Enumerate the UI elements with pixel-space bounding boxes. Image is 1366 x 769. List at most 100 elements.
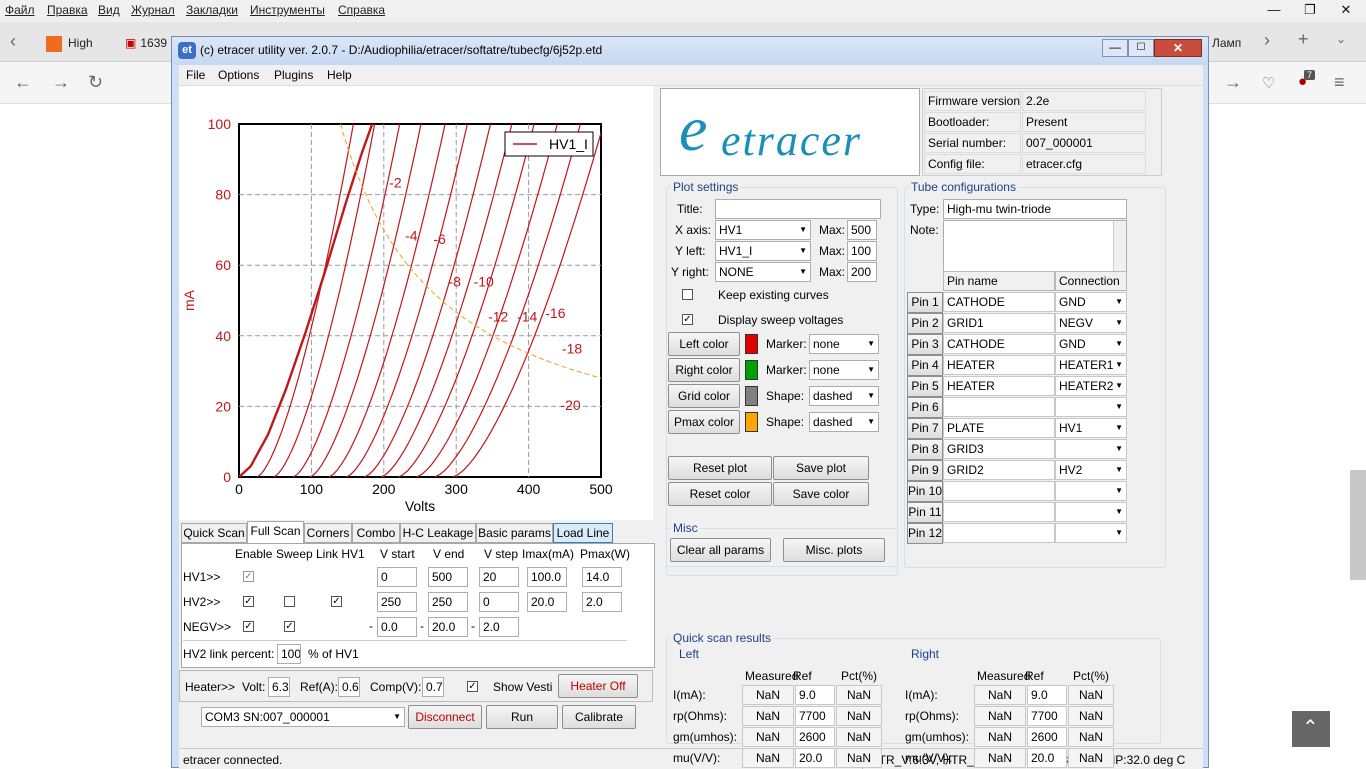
negv-vend-input[interactable]: 20.0 <box>428 617 468 637</box>
pin-name-cell[interactable]: GRID2 <box>943 460 1055 480</box>
hv2-vstep-input[interactable]: 0 <box>479 592 519 612</box>
pin-connection-select[interactable]: HEATER2 ▼ <box>1055 376 1127 396</box>
tube-type-input[interactable]: High-mu twin-triode <box>943 199 1127 219</box>
y-right-select[interactable]: NONE ▼ <box>715 262 811 282</box>
page-scrollbar-thumb[interactable] <box>1350 470 1366 580</box>
hv2-link-percent-input[interactable]: 100 <box>277 644 301 664</box>
color-swatch[interactable] <box>745 412 758 432</box>
tab-combo[interactable]: Combo <box>352 523 400 543</box>
color-button[interactable]: Right color <box>668 358 740 382</box>
tab-basic-params[interactable]: Basic params <box>476 523 553 543</box>
pin-connection-select[interactable]: ▼ <box>1055 439 1127 459</box>
browser-tab[interactable]: Ламп <box>1212 30 1260 56</box>
color-prop-select[interactable]: dashed ▼ <box>809 412 879 432</box>
tab-scroll-left-icon[interactable]: ‹ <box>10 31 16 52</box>
results-ref-input[interactable]: 2600 <box>795 727 835 747</box>
hv2-imax-input[interactable]: 20.0 <box>527 592 567 612</box>
disconnect-button[interactable]: Disconnect <box>408 705 482 729</box>
clear-params-button[interactable]: Clear all params <box>670 538 771 562</box>
hv2-vstart-input[interactable]: 250 <box>377 592 417 612</box>
note-scrollbar[interactable] <box>1113 221 1126 271</box>
menu-help[interactable]: Help <box>327 68 352 82</box>
pin-name-cell[interactable] <box>943 481 1055 501</box>
heater-comp-input[interactable]: 0.7 <box>422 677 444 697</box>
browser-tab[interactable]: ▣ 1639 <box>125 30 173 56</box>
pin-button[interactable]: Pin 1 <box>907 292 943 313</box>
pin-connection-select[interactable]: ▼ <box>1055 397 1127 417</box>
pin-name-cell[interactable]: PLATE <box>943 418 1055 438</box>
hv1-vstep-input[interactable]: 20 <box>479 567 519 587</box>
pin-name-cell[interactable] <box>943 397 1055 417</box>
show-vesti-checkbox[interactable]: ✓ <box>467 681 478 692</box>
pin-button[interactable]: Pin 11 <box>907 502 943 523</box>
forward-icon[interactable]: → <box>52 72 70 93</box>
heater-ref-input[interactable]: 0.6 <box>338 677 360 697</box>
keep-curves-checkbox[interactable] <box>682 289 693 300</box>
color-swatch[interactable] <box>745 334 758 354</box>
pin-button[interactable]: Pin 6 <box>907 397 943 418</box>
tab-full-scan[interactable]: Full Scan <box>247 521 304 543</box>
tab-quick-scan[interactable]: Quick Scan <box>181 523 247 543</box>
scroll-top-button[interactable]: ⌃ <box>1292 711 1330 747</box>
menu-hamburger-icon[interactable]: ≡ <box>1334 72 1345 93</box>
color-swatch[interactable] <box>745 386 758 406</box>
color-prop-select[interactable]: none ▼ <box>809 360 879 380</box>
pin-name-cell[interactable]: HEATER <box>943 376 1055 396</box>
pin-button[interactable]: Pin 12 <box>907 523 943 544</box>
close-icon[interactable]: ✕ <box>1328 0 1364 20</box>
menu-file[interactable]: File <box>186 68 205 82</box>
color-prop-select[interactable]: none ▼ <box>809 334 879 354</box>
pin-connection-select[interactable]: ▼ <box>1055 523 1127 543</box>
window-maximize-icon[interactable]: ☐ <box>1128 39 1154 57</box>
reset-color-button[interactable]: Reset color <box>668 482 772 506</box>
pin-button[interactable]: Pin 2 <box>907 313 943 334</box>
pin-button[interactable]: Pin 5 <box>907 376 943 397</box>
x-axis-select[interactable]: HV1 ▼ <box>715 220 811 240</box>
hv2-enable-checkbox[interactable]: ✓ <box>243 596 254 607</box>
color-button[interactable]: Left color <box>668 332 740 356</box>
tab-list-icon[interactable]: ⌄ <box>1336 32 1346 46</box>
y-right-max-input[interactable]: 200 <box>847 262 877 282</box>
negv-vstep-input[interactable]: 2.0 <box>479 617 519 637</box>
browser-menu-bookmarks[interactable]: Закладки <box>186 3 238 17</box>
hv2-pmax-input[interactable]: 2.0 <box>582 592 622 612</box>
window-minimize-icon[interactable]: — <box>1102 39 1128 57</box>
pin-connection-select[interactable]: HV2 ▼ <box>1055 460 1127 480</box>
pin-name-cell[interactable]: GRID1 <box>943 313 1055 333</box>
tab-corners[interactable]: Corners <box>304 523 352 543</box>
back-icon[interactable]: ← <box>14 72 32 93</box>
plot-title-input[interactable] <box>715 199 881 219</box>
x-max-input[interactable]: 500 <box>847 220 877 240</box>
browser-tab[interactable]: High <box>46 30 126 56</box>
pin-name-cell[interactable] <box>943 502 1055 522</box>
tube-note-input[interactable] <box>943 220 1127 272</box>
tab-hc-leakage[interactable]: H-C Leakage <box>400 523 476 543</box>
minimize-icon[interactable]: — <box>1256 0 1292 20</box>
menu-plugins[interactable]: Plugins <box>274 68 313 82</box>
heater-volt-input[interactable]: 6.3 <box>268 677 290 697</box>
hv1-pmax-input[interactable]: 14.0 <box>582 567 622 587</box>
pin-name-cell[interactable] <box>943 523 1055 543</box>
window-close-icon[interactable]: ✕ <box>1154 39 1202 57</box>
run-button[interactable]: Run <box>486 705 558 729</box>
pocket-icon[interactable]: ♡ <box>1262 74 1275 92</box>
browser-menu-tools[interactable]: Инструменты <box>250 3 325 17</box>
restore-icon[interactable]: ❐ <box>1292 0 1328 20</box>
save-color-button[interactable]: Save color <box>773 482 869 506</box>
results-ref-input[interactable]: 2600 <box>1027 727 1067 747</box>
pin-connection-select[interactable]: NEGV ▼ <box>1055 313 1127 333</box>
heater-off-button[interactable]: Heater Off <box>558 674 638 698</box>
pin-connection-select[interactable]: ▼ <box>1055 502 1127 522</box>
browser-menu-view[interactable]: Вид <box>98 3 120 17</box>
results-ref-input[interactable]: 9.0 <box>1027 685 1067 705</box>
results-ref-input[interactable]: 7700 <box>795 706 835 726</box>
color-prop-select[interactable]: dashed ▼ <box>809 386 879 406</box>
go-arrow-icon[interactable]: → <box>1224 72 1242 93</box>
negv-vstart-input[interactable]: 0.0 <box>377 617 417 637</box>
negv-enable-checkbox[interactable]: ✓ <box>243 621 254 632</box>
misc-plots-button[interactable]: Misc. plots <box>783 538 885 562</box>
pin-button[interactable]: Pin 7 <box>907 418 943 439</box>
save-plot-button[interactable]: Save plot <box>773 456 869 480</box>
pin-connection-select[interactable]: ▼ <box>1055 481 1127 501</box>
results-ref-input[interactable]: 7700 <box>1027 706 1067 726</box>
